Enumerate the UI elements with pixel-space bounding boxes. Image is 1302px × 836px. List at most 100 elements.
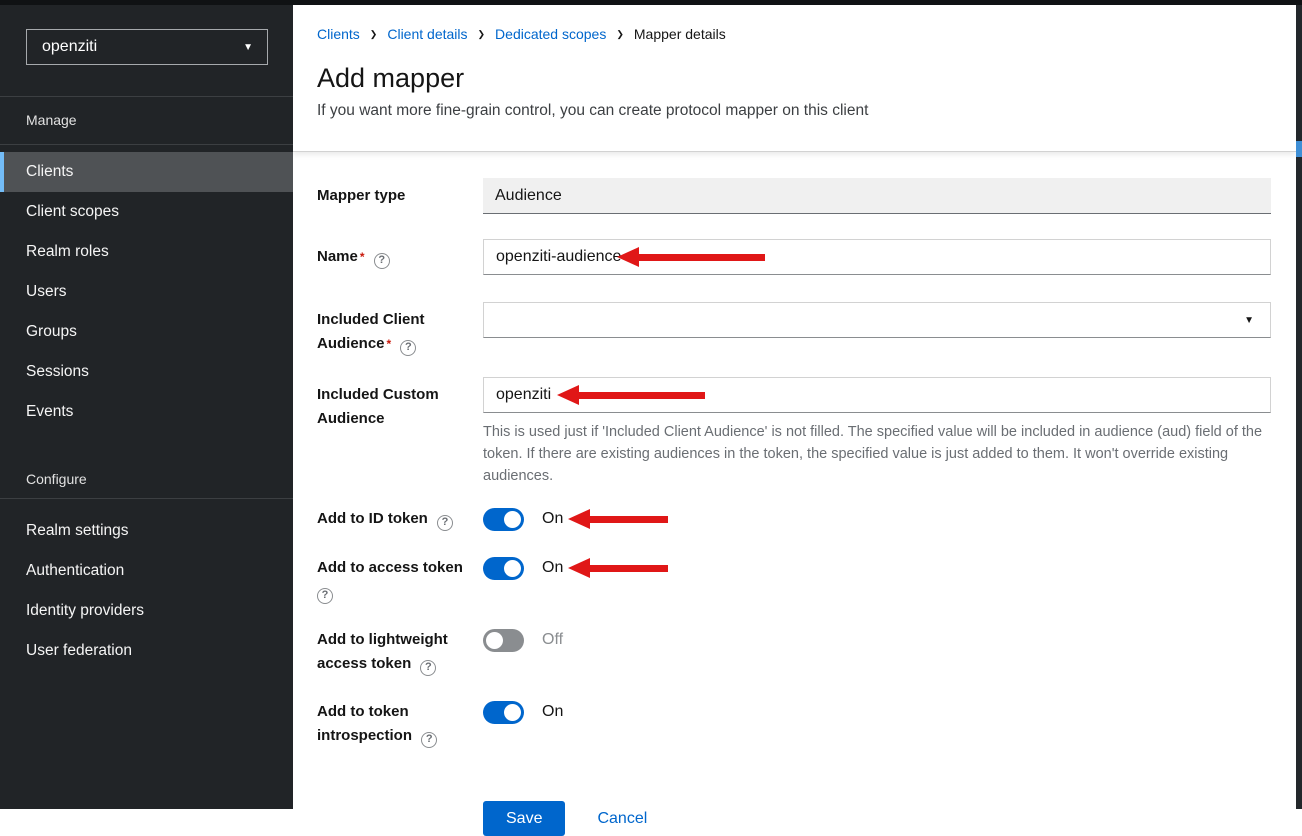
name-label-text: Name: [317, 248, 358, 265]
sidebar-item-clients[interactable]: Clients: [0, 152, 293, 192]
sidebar-item-identity-providers[interactable]: Identity providers: [0, 591, 293, 631]
toggle-knob: [486, 632, 503, 649]
arrow-shaft: [590, 516, 668, 523]
breadcrumb-clients[interactable]: Clients: [317, 26, 360, 43]
scrollbar[interactable]: [1296, 0, 1302, 809]
annotation-arrow: [557, 385, 705, 405]
add-to-lightweight-access-token-label-text2: access token: [317, 655, 411, 672]
page-subtitle: If you want more fine-grain control, you…: [317, 101, 1272, 135]
realm-selector[interactable]: openziti ▼: [26, 29, 268, 65]
arrow-head: [568, 558, 590, 578]
chevron-right-icon: ❯: [616, 25, 624, 43]
included-client-audience-select[interactable]: ▼: [483, 302, 1271, 338]
add-to-access-token-label-text: Add to access token: [317, 559, 463, 576]
add-to-lightweight-access-token-label: Add to lightweight access token ?: [317, 628, 483, 676]
breadcrumb-mapper-details: Mapper details: [634, 26, 726, 43]
add-to-access-token-state: On: [542, 559, 563, 577]
add-to-lightweight-access-token-label-text: Add to lightweight: [317, 631, 448, 648]
arrow-head: [557, 385, 579, 405]
help-icon[interactable]: ?: [400, 340, 416, 356]
sidebar-section-manage: Manage: [0, 97, 293, 144]
form-row-add-to-token-introspection: Add to token introspection ? On: [317, 700, 1271, 748]
help-icon[interactable]: ?: [421, 732, 437, 748]
add-to-access-token-toggle[interactable]: [483, 557, 524, 580]
page-title: Add mapper: [317, 63, 1272, 93]
sidebar-item-user-federation[interactable]: User federation: [0, 631, 293, 671]
annotation-arrow: [568, 558, 668, 578]
form-row-add-to-id-token: Add to ID token ? On: [317, 507, 1271, 531]
help-icon[interactable]: ?: [317, 588, 333, 604]
chevron-down-icon: ▼: [1244, 315, 1254, 326]
form-row-included-client-audience: Included Client Audience* ? ▼: [317, 302, 1271, 356]
add-to-token-introspection-state: On: [542, 703, 563, 721]
add-to-token-introspection-label-text2: introspection: [317, 727, 412, 744]
help-icon[interactable]: ?: [420, 660, 436, 676]
save-button[interactable]: Save: [483, 801, 565, 836]
add-to-lightweight-access-token-state: Off: [542, 631, 563, 649]
add-to-id-token-toggle[interactable]: [483, 508, 524, 531]
chevron-right-icon: ❯: [370, 25, 378, 43]
scrollbar-marker: [1296, 141, 1302, 157]
arrow-shaft: [639, 254, 765, 261]
arrow-shaft: [590, 565, 668, 572]
chevron-down-icon: ▼: [243, 42, 253, 53]
cancel-button[interactable]: Cancel: [597, 810, 647, 828]
configure-nav: Realm settings Authentication Identity p…: [0, 499, 293, 671]
add-to-id-token-state: On: [542, 510, 563, 528]
add-to-token-introspection-label-text: Add to token: [317, 703, 409, 720]
page-header: Clients ❯ Client details ❯ Dedicated sco…: [293, 5, 1296, 152]
add-to-token-introspection-toggle[interactable]: [483, 701, 524, 724]
breadcrumb-client-details[interactable]: Client details: [387, 26, 467, 43]
sidebar-item-realm-roles[interactable]: Realm roles: [0, 232, 293, 272]
breadcrumb-dedicated-scopes[interactable]: Dedicated scopes: [495, 26, 606, 43]
required-indicator: *: [387, 337, 392, 351]
form-actions-row: Save Cancel: [317, 801, 1271, 836]
included-client-audience-label: Included Client Audience* ?: [317, 302, 483, 356]
form-row-add-to-lightweight-access-token: Add to lightweight access token ? Off: [317, 628, 1271, 676]
realm-name: openziti: [42, 38, 97, 56]
sidebar-item-events[interactable]: Events: [0, 392, 293, 432]
arrow-head: [568, 509, 590, 529]
toggle-knob: [504, 511, 521, 528]
manage-nav: Clients Client scopes Realm roles Users …: [0, 145, 293, 432]
sidebar-item-groups[interactable]: Groups: [0, 312, 293, 352]
required-indicator: *: [360, 250, 365, 264]
add-mapper-form: Mapper type Name* ? Included Client Audi…: [293, 152, 1296, 836]
window-top-edge: [0, 0, 1302, 5]
help-icon[interactable]: ?: [437, 515, 453, 531]
add-to-access-token-label: Add to access token ?: [317, 556, 483, 604]
form-row-name: Name* ?: [317, 239, 1271, 275]
add-to-lightweight-access-token-toggle[interactable]: [483, 629, 524, 652]
add-to-id-token-label-text: Add to ID token: [317, 510, 428, 527]
mapper-type-label: Mapper type: [317, 178, 483, 208]
mapper-type-input: [483, 178, 1271, 214]
sidebar-item-realm-settings[interactable]: Realm settings: [0, 511, 293, 551]
arrow-head: [617, 247, 639, 267]
add-to-id-token-label: Add to ID token ?: [317, 507, 483, 531]
sidebar-item-authentication[interactable]: Authentication: [0, 551, 293, 591]
included-custom-audience-label-text: Included Custom Audience: [317, 386, 439, 427]
included-custom-audience-label: Included Custom Audience: [317, 377, 483, 431]
annotation-arrow: [617, 247, 765, 267]
toggle-knob: [504, 704, 521, 721]
sidebar-item-client-scopes[interactable]: Client scopes: [0, 192, 293, 232]
annotation-arrow: [568, 509, 668, 529]
chevron-right-icon: ❯: [478, 25, 486, 43]
arrow-shaft: [579, 392, 705, 399]
form-row-mapper-type: Mapper type: [317, 178, 1271, 214]
breadcrumb: Clients ❯ Client details ❯ Dedicated sco…: [317, 25, 1272, 43]
sidebar-section-configure: Configure: [0, 432, 293, 498]
included-custom-audience-help: This is used just if 'Included Client Au…: [483, 421, 1271, 487]
form-row-included-custom-audience: Included Custom Audience This is used ju…: [317, 377, 1271, 487]
sidebar-item-users[interactable]: Users: [0, 272, 293, 312]
mapper-type-label-text: Mapper type: [317, 187, 405, 204]
toggle-knob: [504, 560, 521, 577]
help-icon[interactable]: ?: [374, 253, 390, 269]
main-content: Clients ❯ Client details ❯ Dedicated sco…: [293, 5, 1296, 809]
name-label: Name* ?: [317, 239, 483, 269]
add-to-token-introspection-label: Add to token introspection ?: [317, 700, 483, 748]
sidebar-item-sessions[interactable]: Sessions: [0, 352, 293, 392]
sidebar: openziti ▼ Manage Clients Client scopes …: [0, 0, 293, 809]
name-input[interactable]: [483, 239, 1271, 275]
form-row-add-to-access-token: Add to access token ? On: [317, 556, 1271, 604]
